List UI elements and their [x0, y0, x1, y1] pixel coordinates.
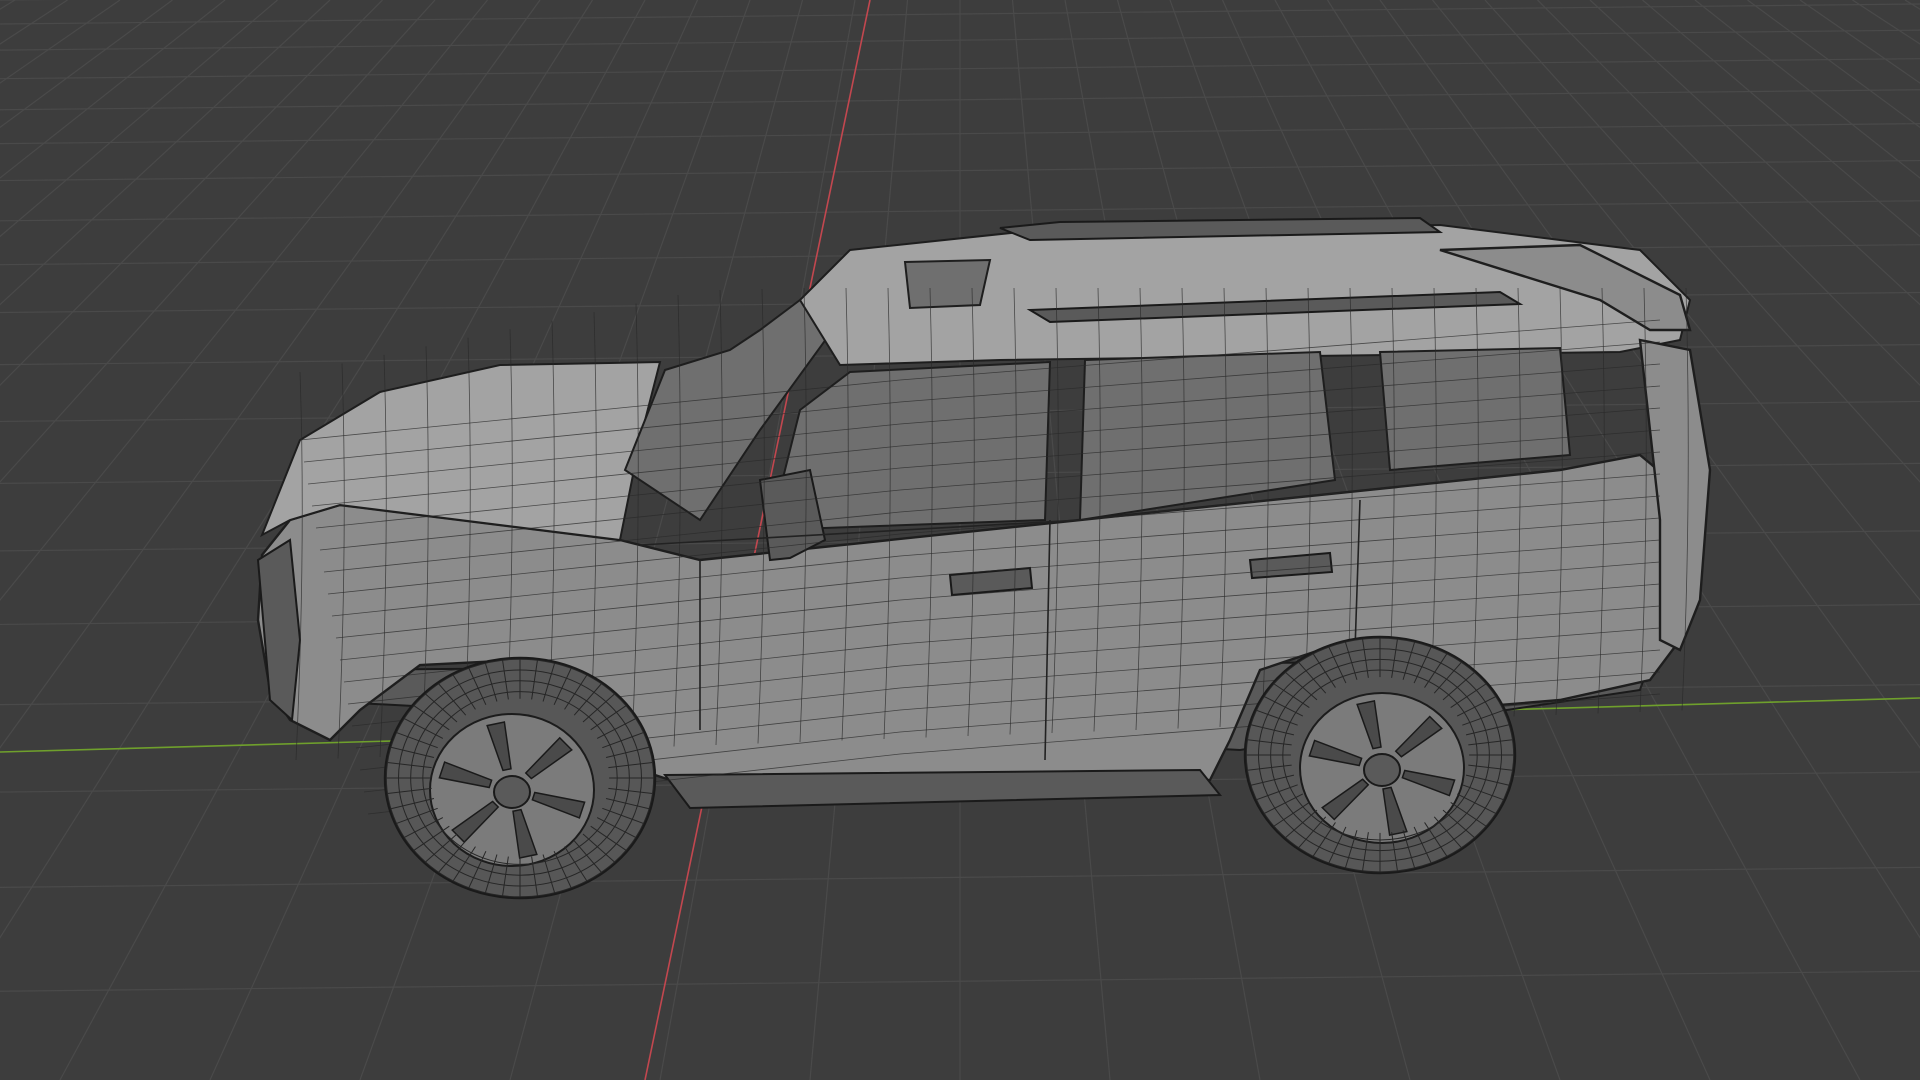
viewport-scene[interactable]	[0, 0, 1920, 1080]
3d-viewport[interactable]	[0, 0, 1920, 1080]
quarter-window[interactable]	[1378, 346, 1572, 472]
grid-line	[0, 0, 226, 179]
rear-wheel[interactable]	[1243, 635, 1517, 875]
front-hub	[493, 775, 531, 809]
grid-line	[0, 0, 68, 45]
front-wheel[interactable]	[383, 656, 657, 900]
grid-line	[1852, 0, 1920, 45]
grid-line	[0, 0, 121, 84]
suv-mesh[interactable]	[256, 216, 1712, 900]
side-step	[663, 768, 1223, 810]
x-axis-line	[644, 0, 871, 1080]
sunroof[interactable]	[903, 258, 992, 310]
rear-hub	[1363, 753, 1401, 787]
grid-line	[0, 0, 173, 129]
front-grille	[256, 538, 302, 723]
grid-line	[0, 0, 278, 238]
